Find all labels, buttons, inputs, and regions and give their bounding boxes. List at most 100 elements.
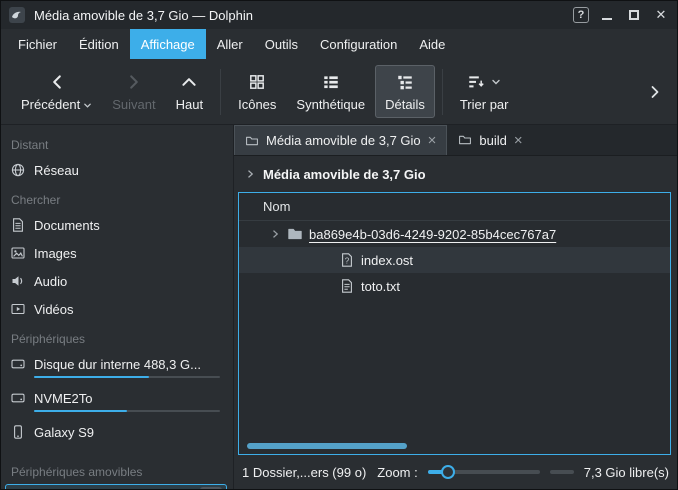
folder-icon <box>245 134 259 148</box>
toolbar-overflow-button[interactable] <box>643 80 667 104</box>
video-icon <box>10 301 26 317</box>
eject-button[interactable] <box>200 487 222 489</box>
chevron-up-icon <box>180 73 198 91</box>
help-button[interactable]: ? <box>573 7 589 23</box>
compact-view-icon <box>322 73 340 91</box>
menubar: Fichier Édition Affichage Aller Outils C… <box>1 29 677 59</box>
icons-view-icon <box>248 73 266 91</box>
text-file-icon <box>339 278 355 294</box>
sidebar-section-peripheriques: Périphériques <box>5 323 227 350</box>
minimize-button[interactable] <box>598 6 616 24</box>
scrollbar-thumb[interactable] <box>247 443 407 449</box>
window-controls: ? ✕ <box>573 6 670 24</box>
menu-configuration[interactable]: Configuration <box>309 29 408 59</box>
folder-icon <box>287 226 303 242</box>
sidebar-item-images[interactable]: Images <box>5 240 227 266</box>
zoom-label: Zoom : <box>377 465 417 480</box>
tab-close-icon[interactable]: × <box>514 133 523 148</box>
sidebar-item-galaxy-s9[interactable]: Galaxy S9 <box>5 419 227 445</box>
column-header-nom[interactable]: Nom <box>239 193 670 221</box>
window-title: Média amovible de 3,7 Gio — Dolphin <box>34 8 253 23</box>
tab-label: Média amovible de 3,7 Gio <box>266 133 421 148</box>
horizontal-scrollbar[interactable] <box>247 443 407 449</box>
toolbar: Précédent Suivant Haut Icônes Synthétiqu… <box>1 59 677 125</box>
capacity-bar <box>34 376 220 378</box>
svg-text:?: ? <box>345 257 350 266</box>
menu-aller[interactable]: Aller <box>206 29 254 59</box>
sort-by-button[interactable]: Trier par <box>450 65 519 118</box>
file-name: index.ost <box>361 253 413 268</box>
breadcrumb-current[interactable]: Média amovible de 3,7 Gio <box>263 167 426 182</box>
file-row-index-ost[interactable]: ? index.ost <box>239 247 670 273</box>
dolphin-app-icon <box>8 6 26 24</box>
close-button[interactable]: ✕ <box>652 6 670 24</box>
details-view-button[interactable]: Détails <box>375 65 435 118</box>
network-icon <box>10 162 26 178</box>
dolphin-window: Média amovible de 3,7 Gio — Dolphin ? ✕ … <box>0 0 678 490</box>
phone-icon <box>10 424 26 440</box>
unknown-file-icon: ? <box>339 252 355 268</box>
caret-down-icon <box>83 101 92 110</box>
menu-affichage[interactable]: Affichage <box>130 29 206 59</box>
file-name: ba869e4b-03d6-4249-9202-85b4cec767a7 <box>309 227 556 242</box>
harddisk-icon <box>10 390 26 406</box>
minimize-icon <box>602 18 612 20</box>
menu-fichier[interactable]: Fichier <box>7 29 68 59</box>
breadcrumb[interactable]: Média amovible de 3,7 Gio <box>234 156 677 192</box>
sort-icon <box>467 73 485 91</box>
forward-button[interactable]: Suivant <box>102 65 165 118</box>
back-button[interactable]: Précédent <box>11 65 102 118</box>
document-icon <box>10 217 26 233</box>
file-row-folder[interactable]: ba869e4b-03d6-4249-9202-85b4cec767a7 <box>239 221 670 247</box>
statusbar: 1 Dossier,...ers (99 o) Zoom : 7,3 Gio l… <box>234 455 677 489</box>
chevron-right-icon <box>244 168 256 180</box>
free-space-label: 7,3 Gio libre(s) <box>584 465 669 480</box>
toolbar-separator <box>442 69 443 115</box>
up-button[interactable]: Haut <box>166 65 213 118</box>
folder-icon <box>458 133 472 147</box>
file-row-toto-txt[interactable]: toto.txt <box>239 273 670 299</box>
expand-arrow-icon[interactable] <box>269 228 281 240</box>
file-name: toto.txt <box>361 279 400 294</box>
sidebar-item-media-amovible[interactable]: Média amovible de 3,7 ... <box>5 484 227 489</box>
compact-view-button[interactable]: Synthétique <box>286 65 375 118</box>
tab-media-amovible[interactable]: Média amovible de 3,7 Gio × <box>234 125 447 155</box>
main-pane: Média amovible de 3,7 Gio × build × Médi… <box>234 125 677 489</box>
chevron-right-icon <box>125 73 143 91</box>
titlebar: Média amovible de 3,7 Gio — Dolphin ? ✕ <box>1 1 677 29</box>
caret-down-icon <box>491 77 501 87</box>
sidebar-item-audio[interactable]: Audio <box>5 268 227 294</box>
tabbar: Média amovible de 3,7 Gio × build × <box>234 125 677 156</box>
toolbar-separator <box>220 69 221 115</box>
tab-close-icon[interactable]: × <box>428 133 437 148</box>
sidebar-item-nvme2to[interactable]: NVME2To <box>5 385 227 417</box>
status-summary: 1 Dossier,...ers (99 o) <box>242 465 366 480</box>
sidebar-item-disque-dur-interne[interactable]: Disque dur interne 488,3 G... <box>5 351 227 383</box>
sidebar-section-peripheriques-amovibles: Périphériques amovibles <box>5 456 227 483</box>
sidebar-item-videos[interactable]: Vidéos <box>5 296 227 322</box>
tab-build[interactable]: build × <box>447 125 533 155</box>
menu-edition[interactable]: Édition <box>68 29 130 59</box>
places-panel: Distant Réseau Chercher Documents Images <box>1 125 234 489</box>
sidebar-item-documents[interactable]: Documents <box>5 212 227 238</box>
chevron-right-icon <box>647 84 663 100</box>
harddisk-icon <box>10 356 26 372</box>
file-view: Nom ba869e4b-03d6-4249-9202-85b4cec767a7… <box>238 192 671 455</box>
sidebar-item-reseau[interactable]: Réseau <box>5 157 227 183</box>
free-space-bar <box>550 470 574 474</box>
menu-outils[interactable]: Outils <box>254 29 309 59</box>
audio-icon <box>10 273 26 289</box>
chevron-left-icon <box>48 73 66 91</box>
zoom-slider[interactable] <box>428 464 540 480</box>
tab-label: build <box>479 133 506 148</box>
image-icon <box>10 245 26 261</box>
maximize-icon <box>629 10 639 20</box>
sidebar-section-distant: Distant <box>5 129 227 156</box>
slider-handle[interactable] <box>441 465 455 479</box>
icons-view-button[interactable]: Icônes <box>228 65 286 118</box>
capacity-bar <box>34 410 220 412</box>
menu-aide[interactable]: Aide <box>408 29 456 59</box>
details-view-icon <box>396 73 414 91</box>
sidebar-section-chercher: Chercher <box>5 184 227 211</box>
maximize-button[interactable] <box>625 6 643 24</box>
